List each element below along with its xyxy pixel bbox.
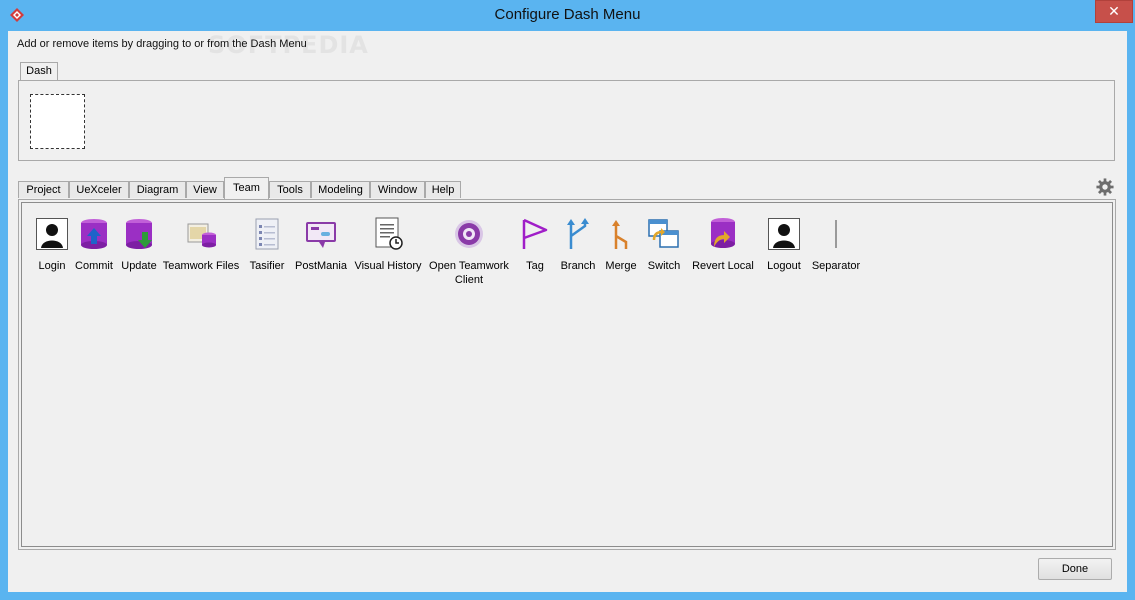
separator-icon	[819, 217, 853, 251]
item-switch[interactable]: Switch	[644, 217, 684, 273]
database-commit-icon	[77, 217, 111, 251]
item-separator[interactable]: Separator	[808, 217, 864, 273]
branch-icon	[561, 217, 595, 251]
window: Configure Dash Menu ✕ SOFTPEDIA Add or r…	[0, 0, 1135, 600]
item-visual-history[interactable]: Visual History	[349, 217, 427, 273]
item-label: Switch	[647, 260, 681, 272]
item-tag[interactable]: Tag	[518, 217, 552, 273]
title-bar[interactable]: Configure Dash Menu ✕	[0, 0, 1135, 31]
dialog-body: SOFTPEDIA Add or remove items by draggin…	[8, 31, 1127, 592]
item-tasifier[interactable]: Tasifier	[241, 217, 293, 273]
tab-tools[interactable]: Tools	[269, 181, 311, 198]
items-area: Login Commit Update Teamwork Files Tasif…	[21, 202, 1113, 547]
teamwork-files-icon	[184, 217, 218, 251]
close-button[interactable]: ✕	[1095, 0, 1133, 23]
user-silhouette-icon	[35, 217, 69, 251]
item-label: Commit	[75, 260, 113, 272]
item-label: Revert Local	[692, 260, 754, 272]
item-update[interactable]: Update	[117, 217, 161, 273]
user-silhouette-icon	[767, 217, 801, 251]
item-commit[interactable]: Commit	[71, 217, 117, 273]
item-label: Update	[121, 260, 157, 272]
tab-help[interactable]: Help	[425, 181, 461, 198]
switch-icon	[647, 217, 681, 251]
tab-uexceler[interactable]: UeXceler	[69, 181, 129, 198]
item-label: Merge	[605, 260, 637, 272]
merge-icon	[604, 217, 638, 251]
item-teamwork-files[interactable]: Teamwork Files	[161, 217, 241, 273]
tab-diagram[interactable]: Diagram	[129, 181, 186, 198]
item-label: Tag	[526, 260, 544, 272]
revert-local-icon	[706, 217, 740, 251]
item-login[interactable]: Login	[28, 217, 76, 273]
item-merge[interactable]: Merge	[602, 217, 640, 273]
item-label: Teamwork Files	[162, 260, 240, 272]
close-icon: ✕	[1108, 3, 1120, 19]
teamwork-client-icon	[452, 217, 486, 251]
dash-drop-slot[interactable]	[30, 94, 85, 149]
item-label: Visual History	[354, 260, 422, 272]
tab-view[interactable]: View	[186, 181, 224, 198]
done-button[interactable]: Done	[1038, 558, 1112, 580]
gear-icon[interactable]	[1096, 178, 1114, 196]
item-label: Login	[38, 260, 66, 272]
tag-flag-icon	[518, 217, 552, 251]
item-revert-local[interactable]: Revert Local	[688, 217, 758, 273]
item-branch[interactable]: Branch	[558, 217, 598, 273]
item-label: PostMania	[295, 260, 347, 272]
tab-project[interactable]: Project	[18, 181, 69, 198]
postmania-icon	[304, 217, 338, 251]
database-update-icon	[122, 217, 156, 251]
tab-team[interactable]: Team	[224, 177, 269, 199]
visual-history-icon	[371, 217, 405, 251]
item-label: Open Teamwork Client	[429, 260, 509, 286]
tab-modeling[interactable]: Modeling	[311, 181, 370, 198]
item-label: Branch	[560, 260, 596, 272]
window-title: Configure Dash Menu	[494, 6, 641, 23]
task-list-icon	[250, 217, 284, 251]
team-items-panel: Login Commit Update Teamwork Files Tasif…	[18, 199, 1116, 550]
item-label: Logout	[767, 260, 801, 272]
item-open-teamwork-client[interactable]: Open Teamwork Client	[427, 217, 511, 287]
item-label: Tasifier	[249, 260, 285, 272]
dash-menu-panel[interactable]	[18, 80, 1115, 161]
instruction-text: Add or remove items by dragging to or fr…	[17, 38, 307, 50]
item-logout[interactable]: Logout	[760, 217, 808, 273]
item-postmania[interactable]: PostMania	[293, 217, 349, 273]
item-label: Separator	[811, 260, 861, 272]
tab-window[interactable]: Window	[370, 181, 425, 198]
tab-dash[interactable]: Dash	[20, 62, 58, 81]
